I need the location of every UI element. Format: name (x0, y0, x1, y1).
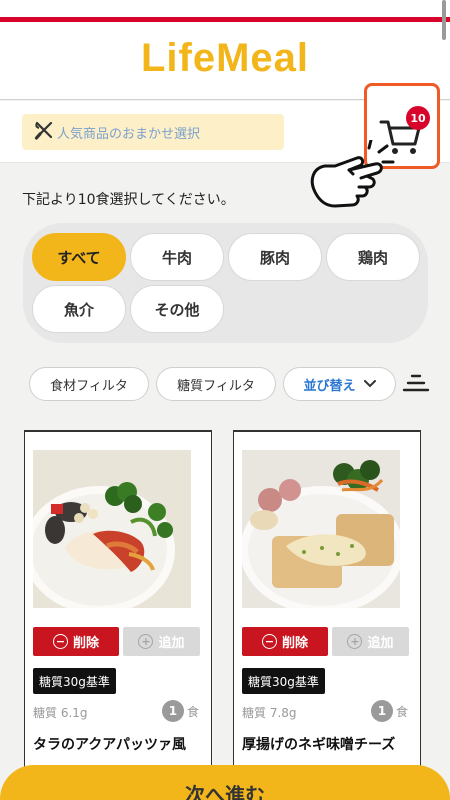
chevron-down-icon (363, 380, 376, 388)
recommend-label: 人気商品のおまかせ選択 (57, 126, 201, 142)
carb-filter-button[interactable]: 糖質フィルタ (156, 367, 276, 401)
category-chicken[interactable]: 鶏肉 (326, 233, 420, 281)
quantity-indicator: 1 食 (370, 700, 408, 722)
next-button[interactable]: 次へ進む (0, 765, 450, 800)
category-other[interactable]: その他 (130, 285, 224, 333)
category-all[interactable]: すべて (32, 233, 126, 281)
scrollbar[interactable] (442, 0, 446, 40)
product-name[interactable]: 厚揚げのネギ味噌チーズ (242, 734, 417, 754)
sort-label: 並び替え (303, 378, 356, 394)
next-label: 次へ進む (185, 783, 265, 800)
category-beef[interactable]: 牛肉 (130, 233, 224, 281)
carb-standard-tag: 糖質30g基準 (33, 668, 116, 694)
product-image[interactable] (242, 450, 400, 608)
sort-dropdown[interactable]: 並び替え (283, 367, 396, 401)
product-image[interactable] (33, 450, 191, 608)
product-card[interactable]: − 削除 + 追加 糖質30g基準 糖質 6.1g 1 食 タラのアクアパッツァ… (24, 430, 212, 800)
add-button[interactable]: + 追加 (123, 627, 200, 656)
instruction-text: 下記より10食選択してください。 (22, 192, 235, 208)
minus-circle-icon: − (261, 634, 277, 649)
product-name[interactable]: タラのアクアパッツァ風 (33, 734, 208, 754)
recommend-button[interactable]: 人気商品のおまかせ選択 (22, 114, 284, 150)
category-pork[interactable]: 豚肉 (228, 233, 322, 281)
carb-standard-tag: 糖質30g基準 (242, 668, 325, 694)
plus-circle-icon: + (347, 634, 363, 649)
product-card[interactable]: − 削除 + 追加 糖質30g基準 糖質 7.8g 1 食 厚揚げのネギ味噌チー… (233, 430, 421, 800)
logo[interactable]: LifeMeal (0, 36, 450, 81)
carb-filter-label: 糖質フィルタ (177, 378, 255, 394)
delete-label: 削除 (72, 636, 99, 651)
plus-circle-icon: + (138, 634, 154, 649)
header-accent-line (0, 17, 450, 22)
quantity-indicator: 1 食 (161, 700, 199, 722)
delete-button[interactable]: − 削除 (33, 627, 119, 656)
quantity-unit: 食 (395, 704, 408, 719)
hand-pointer-icon (310, 140, 395, 208)
delete-label: 削除 (281, 636, 308, 651)
cutlery-icon (34, 121, 53, 140)
carb-amount: 糖質 6.1g (33, 706, 88, 720)
add-label: 追加 (367, 636, 394, 651)
cart-count-badge: 10 (406, 106, 430, 130)
quantity-unit: 食 (186, 704, 199, 719)
add-button[interactable]: + 追加 (332, 627, 409, 656)
minus-circle-icon: − (52, 634, 68, 649)
carb-amount: 糖質 7.8g (242, 706, 297, 720)
category-seafood[interactable]: 魚介 (32, 285, 126, 333)
ingredient-filter-label: 食材フィルタ (50, 378, 128, 394)
quantity-count: 1 (161, 700, 184, 722)
ingredient-filter-button[interactable]: 食材フィルタ (29, 367, 149, 401)
sort-lines-icon[interactable] (402, 372, 430, 394)
quantity-count: 1 (370, 700, 393, 722)
delete-button[interactable]: − 削除 (242, 627, 328, 656)
add-label: 追加 (158, 636, 185, 651)
category-panel: すべて 牛肉 豚肉 鶏肉 魚介 その他 (23, 223, 428, 343)
